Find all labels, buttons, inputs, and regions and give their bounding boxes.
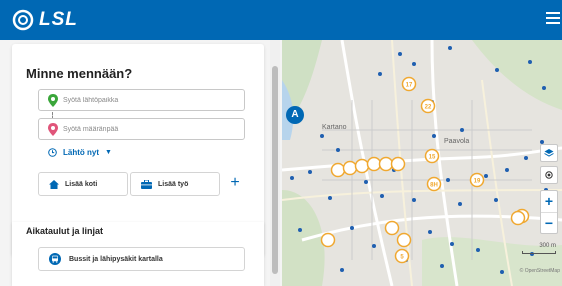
clock-icon [48,148,57,157]
position-marker[interactable]: A [286,106,304,124]
stop-badge[interactable] [330,162,346,178]
stop-badge[interactable] [342,160,358,176]
stop-badge[interactable]: 5 [394,248,410,264]
stop-badge[interactable] [354,158,370,174]
map-canvas[interactable]: 172215198H25 [282,40,562,286]
scrollbar-thumb[interactable] [272,66,278,274]
origin-input[interactable] [63,96,243,104]
stop-badge[interactable]: 15 [424,148,440,164]
stop-badge-label: 22 [425,104,432,110]
stop-badge[interactable] [384,220,400,236]
menu-icon[interactable] [546,12,560,26]
map-view[interactable]: 172215198H25 + − 300 m © OpenStreetMap [282,40,562,286]
stop-badge-label: 8H [430,182,438,188]
stop-badge-label: 17 [406,82,413,88]
bus-icon [49,253,61,265]
briefcase-icon [141,179,152,189]
nearby-stops-label: Bussit ja lähipysäkit kartalla [69,255,163,263]
stop-badge[interactable]: 8H [426,176,442,192]
origin-pin-icon [48,94,58,107]
layers-icon[interactable] [540,144,558,162]
stop-badge[interactable] [320,232,336,248]
logo-ring-icon [12,9,34,31]
destination-field[interactable] [38,118,245,140]
timetables-title: Aikataulut ja linjat [26,226,104,236]
stop-badge-label: 19 [474,178,481,184]
stop-badge[interactable]: 17 [401,76,417,92]
stop-badge-label: 15 [429,154,436,160]
add-work-button[interactable]: Lisää työ [130,172,220,196]
home-icon [49,179,59,189]
departure-time-selector[interactable]: Lähtö nyt ▼ [48,148,112,157]
stop-badge[interactable]: 19 [469,172,485,188]
nearby-stops-button[interactable]: Bussit ja lähipysäkit kartalla [38,247,245,271]
destination-pin-icon [48,123,58,136]
add-work-label: Lisää työ [158,180,189,188]
journey-title: Minne mennään? [26,66,133,81]
destination-input[interactable] [63,125,243,133]
stop-badge[interactable] [366,156,382,172]
map-scale-label: 300 m [539,243,556,249]
zoom-in-button[interactable]: + [541,191,557,212]
stop-badge[interactable] [390,156,406,172]
map-attribution[interactable]: © OpenStreetMap [520,268,560,274]
place-label-kartano: Kartano [322,124,347,131]
origin-field[interactable] [38,89,245,111]
logo-text: LSL [39,9,78,30]
locate-icon[interactable] [540,166,558,184]
departure-time-label: Lähtö nyt [63,148,99,157]
stop-badge[interactable] [510,210,526,226]
add-home-label: Lisää koti [65,180,98,188]
zoom-controls: + − [540,190,558,234]
add-home-button[interactable]: Lisää koti [38,172,128,196]
top-header: LSL [0,0,562,40]
place-label-paavola: Paavola [444,138,470,145]
zoom-out-button[interactable]: − [541,212,557,233]
stop-badge[interactable] [378,156,394,172]
add-place-button[interactable]: + [225,172,245,196]
stop-badge[interactable] [396,232,412,248]
map-scale-bar [522,251,556,254]
chevron-down-icon: ▼ [105,149,112,156]
stop-badge[interactable]: 22 [420,98,436,114]
lsl-logo[interactable]: LSL [12,9,78,31]
